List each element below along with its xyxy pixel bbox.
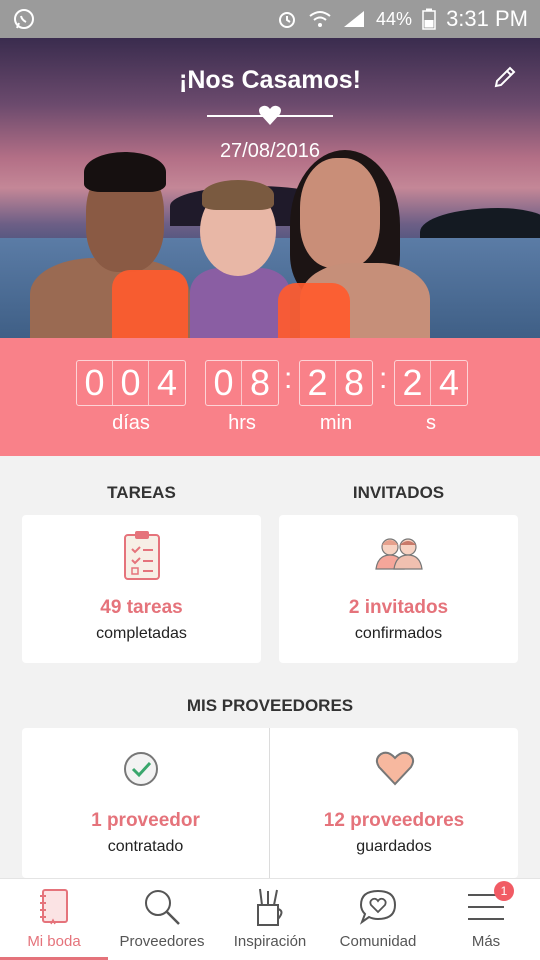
- photo-person: [202, 180, 274, 210]
- notebook-icon: [37, 887, 71, 927]
- bottom-navigation: Mi boda Proveedores Inspiración Comunida…: [0, 878, 540, 960]
- tasks-card[interactable]: 49 tareas completadas: [22, 515, 261, 663]
- vendors-heading: MIS PROVEEDORES: [186, 696, 354, 715]
- nav-label: Más: [471, 933, 501, 950]
- seconds-digit: 2: [395, 361, 431, 405]
- hours-label: hrs: [228, 412, 256, 434]
- days-digit: 4: [156, 362, 178, 403]
- guests-icon: [374, 535, 424, 576]
- seconds-label: s: [426, 412, 436, 434]
- signal-icon: [342, 9, 366, 29]
- days-digit: 0: [77, 361, 113, 405]
- check-circle-icon: [122, 750, 160, 793]
- heart-icon: [258, 104, 282, 131]
- nav-label: Proveedores: [119, 933, 205, 950]
- notification-badge: 1: [494, 881, 514, 901]
- clipboard-icon: [122, 529, 162, 586]
- pencil-cup-icon: [252, 887, 288, 927]
- nav-inspiracion[interactable]: Inspiración: [216, 879, 324, 960]
- search-icon: [142, 887, 182, 927]
- battery-percentage: 44%: [376, 8, 413, 29]
- wifi-icon: [308, 9, 332, 29]
- countdown-panel: 0 0 4 0 8 : 2 8 : 2 4 días hrs min s: [0, 338, 540, 456]
- guests-status: confirmados: [354, 625, 443, 642]
- nav-label: Mi boda: [27, 933, 81, 950]
- hired-label: contratado: [107, 838, 184, 855]
- time-separator: :: [284, 362, 293, 395]
- status-bar: 44% 3:31 PM: [0, 0, 540, 38]
- saved-vendors[interactable]: 12 proveedores guardados: [270, 728, 518, 878]
- seconds-digit: 4: [438, 362, 460, 403]
- nav-mas[interactable]: Más 1: [432, 879, 540, 960]
- days-digit: 0: [113, 361, 149, 405]
- wedding-date: 27/08/2016: [219, 140, 321, 162]
- guests-count: 2 invitados: [348, 597, 449, 618]
- heart-icon: [375, 750, 415, 791]
- photo-person: [190, 268, 290, 338]
- vendors-card: 1 proveedor contratado 12 proveedores gu…: [22, 728, 518, 878]
- guests-card[interactable]: 2 invitados confirmados: [279, 515, 518, 663]
- tasks-count: 49 tareas: [100, 597, 183, 618]
- nav-mi-boda[interactable]: Mi boda: [0, 879, 108, 960]
- chat-heart-icon: [358, 887, 398, 927]
- hired-vendors[interactable]: 1 proveedor contratado: [22, 728, 269, 878]
- nav-label: Comunidad: [339, 933, 417, 950]
- wedding-title: ¡Nos Casamos!: [179, 66, 361, 94]
- nav-comunidad[interactable]: Comunidad: [324, 879, 432, 960]
- edit-button[interactable]: [490, 64, 520, 94]
- minutes-label: min: [319, 412, 353, 434]
- tasks-status: completadas: [96, 625, 187, 642]
- pencil-icon: [492, 64, 518, 95]
- hired-count: 1 proveedor: [91, 810, 200, 831]
- saved-count: 12 proveedores: [323, 810, 465, 831]
- nav-proveedores[interactable]: Proveedores: [108, 879, 216, 960]
- battery-icon: [422, 8, 436, 30]
- minutes-digits: 2 8: [299, 360, 373, 406]
- minutes-digit: 2: [300, 361, 336, 405]
- minutes-digit: 8: [343, 362, 365, 403]
- hours-digit: 8: [249, 362, 271, 403]
- saved-label: guardados: [356, 838, 432, 855]
- whatsapp-icon: [12, 7, 36, 31]
- guests-heading: INVITADOS: [352, 483, 445, 502]
- status-time: 3:31 PM: [446, 6, 528, 31]
- photo-floatie: [278, 283, 350, 338]
- tasks-heading: TAREAS: [107, 483, 176, 502]
- seconds-digits: 2 4: [394, 360, 468, 406]
- days-label: días: [112, 412, 150, 434]
- hours-digits: 0 8: [205, 360, 279, 406]
- photo-person: [300, 158, 380, 268]
- time-separator: :: [379, 362, 388, 395]
- days-digits: 0 0 4: [76, 360, 186, 406]
- hours-digit: 0: [206, 361, 242, 405]
- alarm-icon: [276, 8, 298, 30]
- nav-label: Inspiración: [233, 933, 307, 950]
- photo-floatie: [112, 270, 188, 338]
